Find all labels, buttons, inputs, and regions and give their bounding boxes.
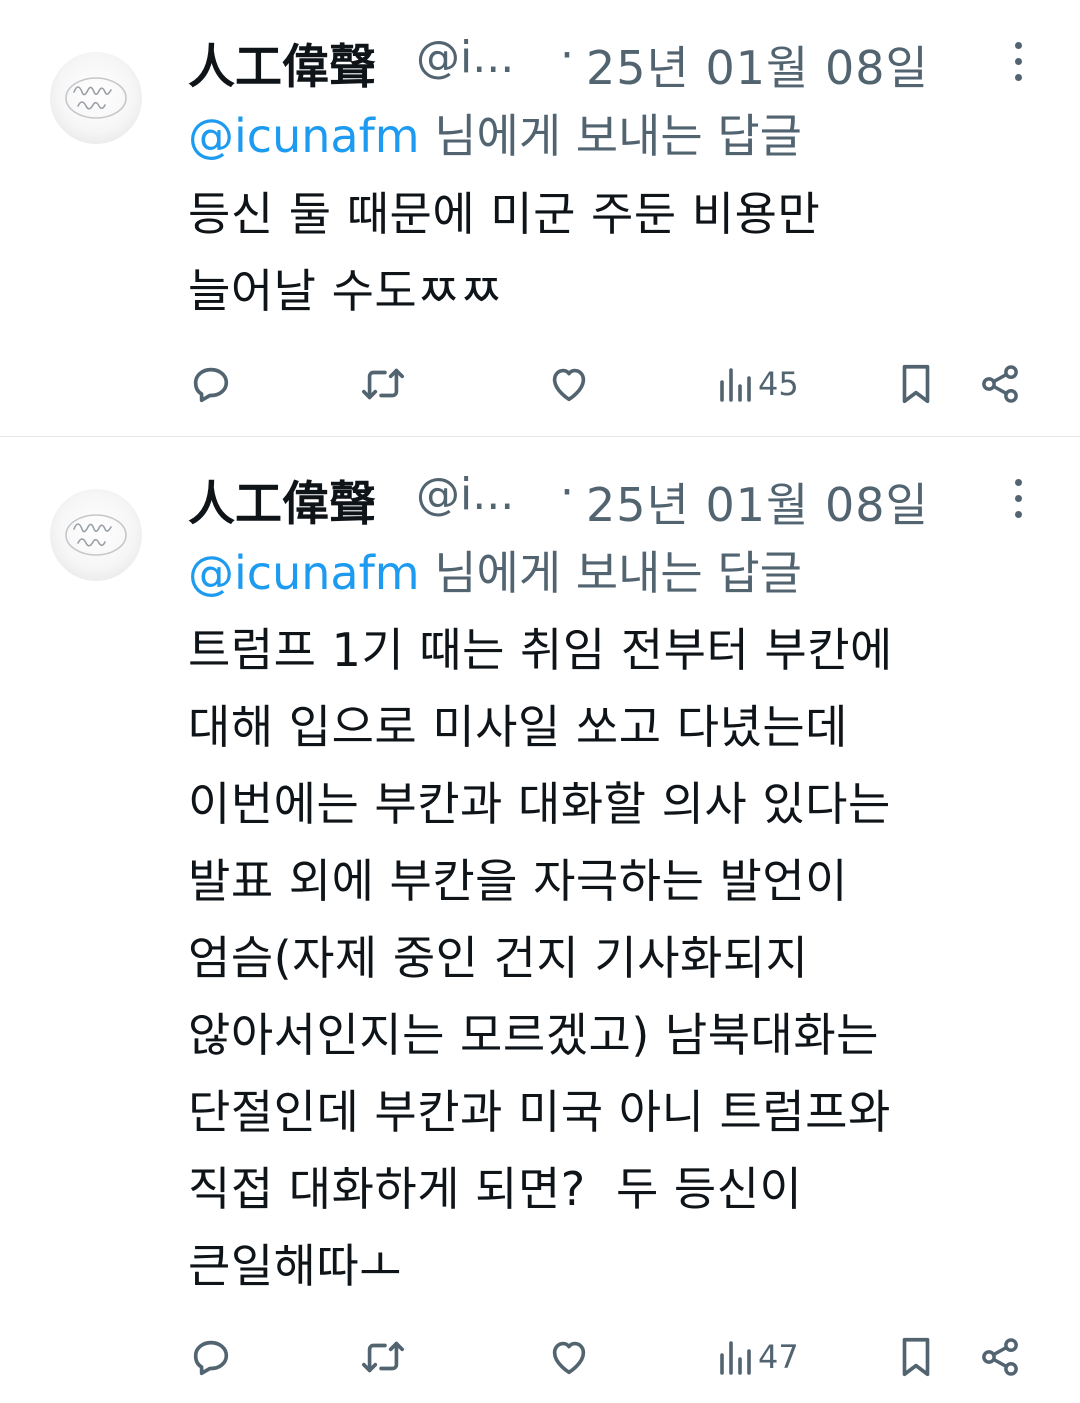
share-button[interactable] xyxy=(978,1327,1022,1387)
tweet-text: 트럼프 1기 때는 취임 전부터 부칸에 대해 입으로 미사일 쏘고 다녔는데 … xyxy=(188,623,893,1293)
like-button[interactable] xyxy=(546,1327,592,1387)
reply-button[interactable] xyxy=(188,354,234,414)
reply-icon xyxy=(193,1340,229,1376)
share-icon xyxy=(982,1338,1018,1376)
bookmark-button[interactable] xyxy=(894,354,938,414)
views-count: 47 xyxy=(758,1338,799,1376)
share-button[interactable] xyxy=(978,354,1022,414)
more-icon[interactable] xyxy=(1006,40,1030,84)
reply-mention-link[interactable]: @icunafm xyxy=(188,109,420,163)
bookmark-icon xyxy=(902,1337,930,1377)
retweet-icon xyxy=(362,368,404,400)
more-icon[interactable] xyxy=(1006,477,1030,521)
views-button[interactable]: 47 xyxy=(718,1327,799,1387)
reply-button[interactable] xyxy=(188,1327,234,1387)
tweet-date[interactable]: 25년 01월 08일 xyxy=(586,32,929,98)
share-icon xyxy=(982,365,1018,403)
author-name[interactable]: 人工偉聲 xyxy=(188,465,376,534)
avatar[interactable] xyxy=(50,52,142,144)
author-handle[interactable]: @i... xyxy=(416,32,514,83)
action-bar: 47 xyxy=(188,1327,1028,1387)
avatar[interactable] xyxy=(50,489,142,581)
tweet[interactable]: 人工偉聲 @i... · 25년 01월 08일 @icunafm 님에게 보내… xyxy=(0,437,1080,1403)
tweet-header: 人工偉聲 @i... · 25년 01월 08일 xyxy=(188,459,1048,534)
reply-mention-link[interactable]: @icunafm xyxy=(188,546,420,600)
reply-context: @icunafm 님에게 보내는 답글 xyxy=(188,537,802,603)
retweet-button[interactable] xyxy=(358,1327,408,1387)
reply-suffix: 님에게 보내는 답글 xyxy=(419,109,803,163)
action-bar: 45 xyxy=(188,354,1028,414)
retweet-icon xyxy=(362,1341,404,1373)
like-icon xyxy=(552,368,586,402)
bookmark-button[interactable] xyxy=(894,1327,938,1387)
author-name[interactable]: 人工偉聲 xyxy=(188,28,376,97)
tweet-header: 人工偉聲 @i... · 25년 01월 08일 xyxy=(188,22,1048,97)
views-icon xyxy=(720,1341,751,1375)
tweet-text: 등신 둘 때문에 미군 주둔 비용만 늘어날 수도ㅉㅉ xyxy=(188,187,821,318)
views-count: 45 xyxy=(758,365,799,403)
separator-dot: · xyxy=(560,467,574,518)
views-button[interactable]: 45 xyxy=(718,354,799,414)
reply-suffix: 님에게 보내는 답글 xyxy=(419,546,803,600)
bookmark-icon xyxy=(902,364,930,404)
like-button[interactable] xyxy=(546,354,592,414)
separator-dot: · xyxy=(560,30,574,81)
author-handle[interactable]: @i... xyxy=(416,469,514,520)
tweet-date[interactable]: 25년 01월 08일 xyxy=(586,469,929,535)
retweet-button[interactable] xyxy=(358,354,408,414)
reply-icon xyxy=(193,367,229,403)
like-icon xyxy=(552,1341,586,1375)
views-icon xyxy=(720,368,751,402)
reply-context: @icunafm 님에게 보내는 답글 xyxy=(188,100,802,166)
tweet[interactable]: 人工偉聲 @i... · 25년 01월 08일 @icunafm 님에게 보내… xyxy=(0,0,1080,436)
